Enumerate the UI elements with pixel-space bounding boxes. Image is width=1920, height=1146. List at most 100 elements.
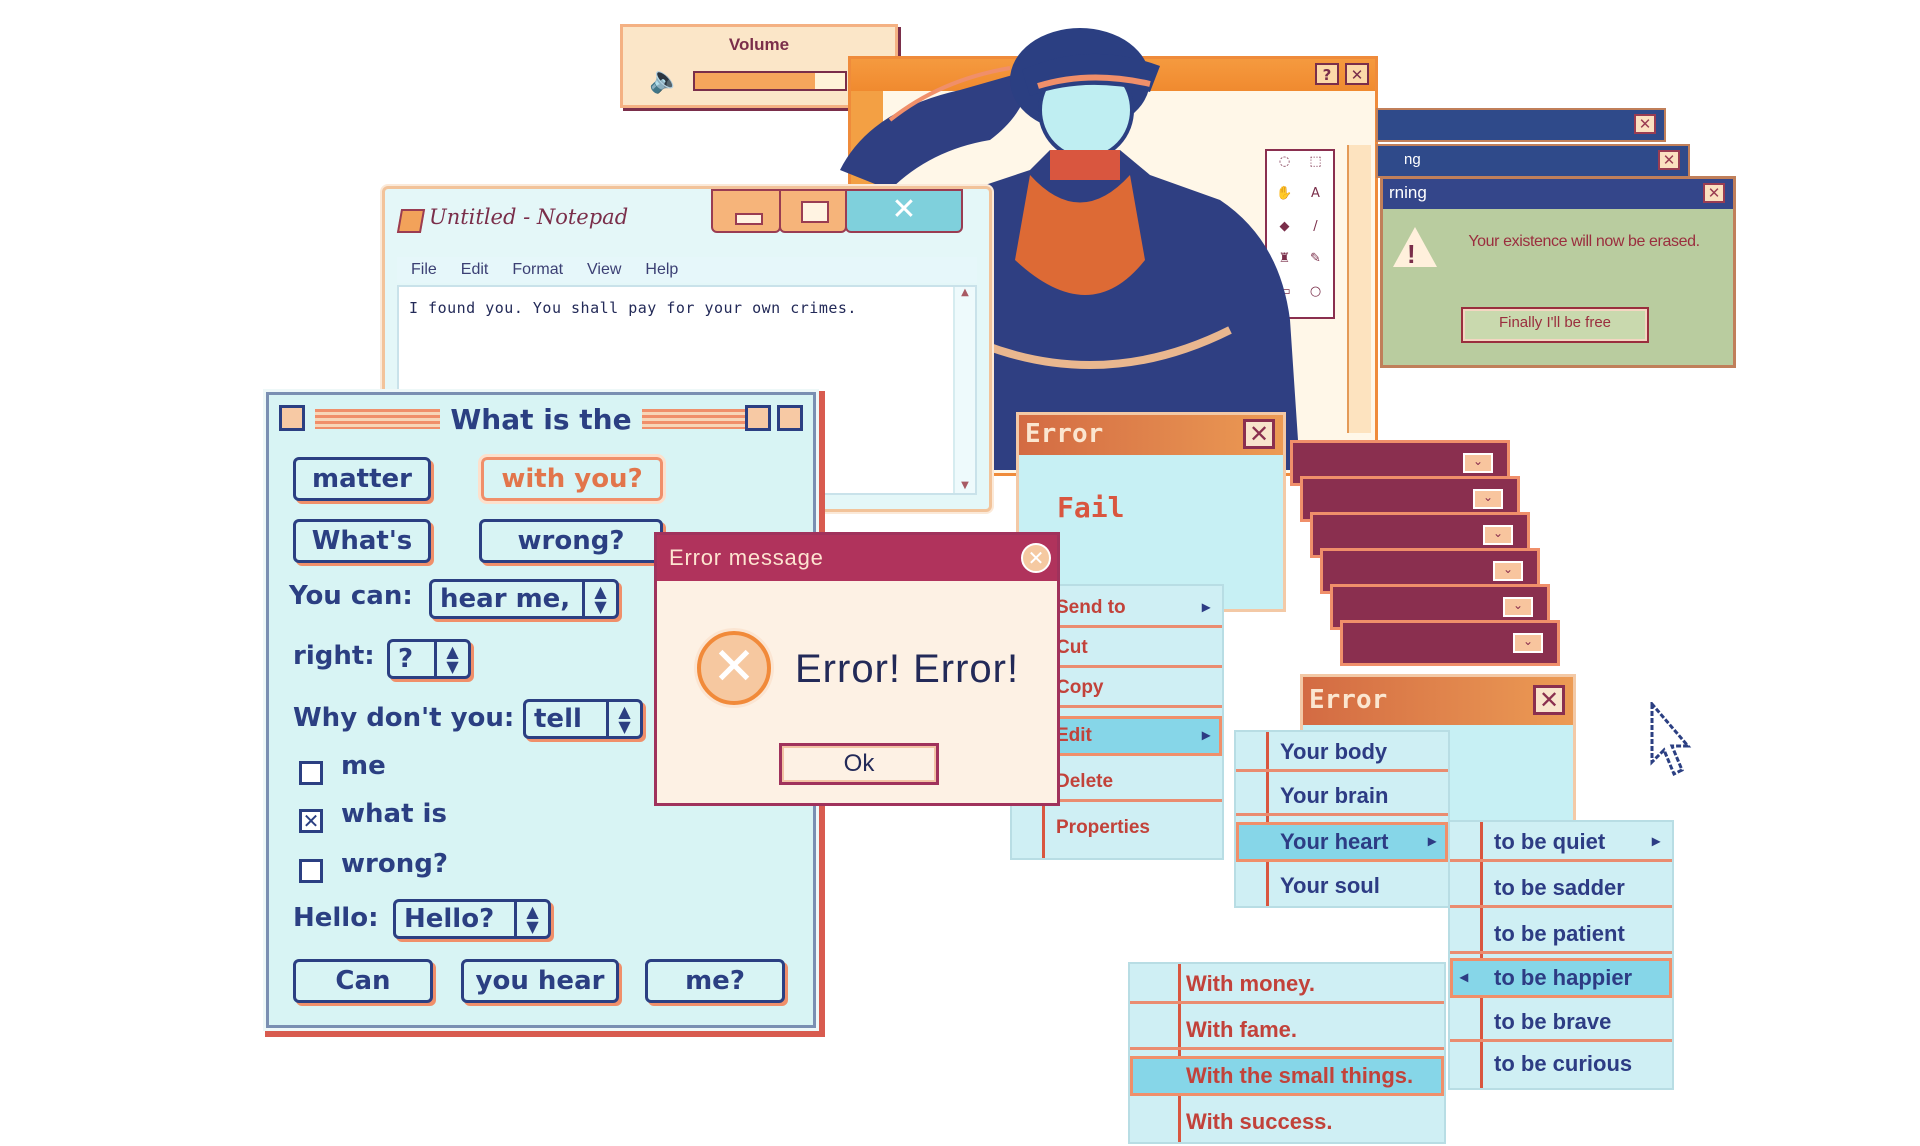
right-select[interactable]: ? ▲ ▼ — [387, 639, 471, 679]
notepad-menubar: File Edit Format View Help — [397, 257, 977, 283]
menu-item-label: With the small things. — [1186, 1063, 1414, 1088]
wrong-button[interactable]: wrong? — [479, 519, 663, 563]
chevron-left-icon: ◂ — [1460, 969, 1469, 986]
chevron-down-icon[interactable]: ⌄ — [1503, 597, 1533, 617]
close-icon[interactable]: ✕ — [1703, 183, 1725, 203]
menu-item-label: Cut — [1056, 637, 1088, 658]
collapse-box-icon[interactable] — [777, 405, 803, 431]
exclamation-icon: ! — [1407, 239, 1416, 269]
menu-help[interactable]: Help — [645, 257, 678, 283]
menu-item-label: to be curious — [1494, 1051, 1633, 1076]
menu-view[interactable]: View — [587, 257, 621, 283]
menu-item-your-soul[interactable]: Your soul — [1236, 866, 1448, 906]
hear-me-select[interactable]: hear me, ▲ ▼ — [429, 579, 619, 619]
menu-item-with-the-small-things[interactable]: With the small things. — [1130, 1056, 1444, 1096]
close-icon[interactable]: ✕ — [845, 189, 963, 233]
hello-label: Hello: — [293, 903, 379, 933]
chevron-down-icon[interactable]: ⌄ — [1473, 489, 1503, 509]
submenu-with: With money. With fame. With the small th… — [1128, 962, 1446, 1144]
notepad-title: Untitled - Notepad — [429, 205, 629, 229]
warning-window-back1: ✕ — [1376, 108, 1666, 142]
me-button[interactable]: me? — [645, 959, 785, 1003]
menu-item-your-heart[interactable]: Your heart ▸ — [1236, 822, 1448, 862]
whats-button[interactable]: What's — [293, 519, 431, 563]
speaker-icon[interactable]: 🔈 — [649, 65, 681, 95]
menu-item-to-be-quiet[interactable]: to be quiet ▸ — [1450, 822, 1672, 862]
warning-message: Your existence will now be erased. — [1468, 233, 1700, 250]
error-message-dialog: Error message ✕ ✕ Error! Error! Ok — [654, 532, 1060, 806]
menu-item-with-fame[interactable]: With fame. — [1130, 1010, 1444, 1050]
warning-titlebar: rning ✕ — [1383, 179, 1733, 209]
menu-item-your-brain[interactable]: Your brain — [1236, 776, 1448, 816]
maximize-button[interactable] — [779, 189, 847, 233]
close-icon[interactable]: ✕ — [1634, 114, 1656, 134]
scroll-down-icon[interactable]: ▼ — [955, 480, 975, 491]
menu-item-label: to be quiet — [1494, 829, 1606, 854]
error-x-icon: ✕ — [697, 631, 771, 705]
with-you-button[interactable]: with you? — [478, 454, 666, 504]
menu-item-with-success[interactable]: With success. — [1130, 1102, 1444, 1142]
tell-value: tell — [534, 704, 582, 734]
scroll-up-icon[interactable]: ▲ — [955, 287, 975, 298]
can-button[interactable]: Can — [293, 959, 433, 1003]
error-cascade-window: ⌄ — [1340, 620, 1560, 666]
chevron-right-icon: ▸ — [1201, 599, 1210, 616]
menu-item-label: Your brain — [1280, 783, 1389, 808]
menu-item-to-be-sadder[interactable]: to be sadder — [1450, 868, 1672, 908]
updown-arrows-icon: ▲ ▼ — [582, 582, 616, 616]
close-icon[interactable]: ✕ — [1021, 543, 1051, 573]
menu-item-label: Copy — [1056, 677, 1104, 698]
menu-file[interactable]: File — [411, 257, 437, 283]
matter-button[interactable]: matter — [293, 457, 431, 501]
menu-item-label: With fame. — [1186, 1017, 1298, 1042]
menu-item-with-money[interactable]: With money. — [1130, 964, 1444, 1004]
chevron-down-icon[interactable]: ⌄ — [1493, 561, 1523, 581]
warning-tab-title: ng — [1404, 151, 1421, 168]
finally-free-button[interactable]: Finally I'll be free — [1461, 307, 1649, 343]
checkbox-what-is[interactable]: ✕ — [299, 809, 323, 833]
menu-item-to-be-brave[interactable]: to be brave — [1450, 1002, 1672, 1042]
right-value: ? — [398, 644, 414, 674]
menu-item-label: Delete — [1056, 771, 1114, 792]
you-hear-button[interactable]: you hear — [461, 959, 619, 1003]
close-icon[interactable]: ✕ — [1658, 150, 1680, 170]
menu-format[interactable]: Format — [512, 257, 563, 283]
updown-arrows-icon: ▲ ▼ — [434, 642, 468, 676]
checkbox-what-is-label: what is — [341, 799, 447, 829]
error-title: Error — [1025, 419, 1104, 449]
error-titlebar: Error ✕ — [1019, 415, 1283, 455]
warning-window: rning ✕ ! Your existence will now be era… — [1380, 176, 1736, 368]
error-titlebar: Error ✕ — [1303, 677, 1573, 725]
menu-item-label: to be sadder — [1494, 875, 1625, 900]
checkbox-me[interactable] — [299, 761, 323, 785]
zoom-box-icon[interactable] — [745, 405, 771, 431]
chevron-right-icon: ▸ — [1651, 833, 1660, 850]
ok-button[interactable]: Ok — [779, 743, 939, 785]
menu-item-your-body[interactable]: Your body — [1236, 732, 1448, 772]
what-title: What is the — [440, 403, 642, 436]
menu-item-to-be-happier[interactable]: ◂ to be happier — [1450, 958, 1672, 998]
hello-select[interactable]: Hello? ▲ ▼ — [393, 899, 551, 939]
checkbox-wrong[interactable] — [299, 859, 323, 883]
close-icon[interactable]: ✕ — [1533, 685, 1565, 715]
submenu-body: Your body Your brain Your heart ▸ Your so… — [1234, 730, 1450, 908]
menu-item-label: Your soul — [1280, 873, 1380, 898]
hear-me-value: hear me, — [440, 584, 571, 614]
notepad-text: I found you. You shall pay for your own … — [409, 299, 857, 317]
menu-item-to-be-patient[interactable]: to be patient — [1450, 914, 1672, 954]
chevron-right-icon: ▸ — [1427, 833, 1436, 850]
menu-item-label: to be patient — [1494, 921, 1625, 946]
chevron-down-icon[interactable]: ⌄ — [1513, 633, 1543, 653]
menu-item-label: With money. — [1186, 971, 1315, 996]
chevron-down-icon[interactable]: ⌄ — [1463, 453, 1493, 473]
menu-item-label: Your heart — [1280, 829, 1389, 854]
menu-edit[interactable]: Edit — [461, 257, 489, 283]
you-can-label: You can: — [289, 581, 413, 611]
tell-select[interactable]: tell ▲ ▼ — [523, 699, 643, 739]
minimize-button[interactable] — [711, 189, 781, 233]
chevron-down-icon[interactable]: ⌄ — [1483, 525, 1513, 545]
menu-item-to-be-curious[interactable]: to be curious — [1450, 1044, 1672, 1084]
close-icon[interactable]: ✕ — [1243, 419, 1275, 449]
notepad-scrollbar[interactable]: ▲ ▼ — [953, 287, 975, 493]
menu-item-properties[interactable]: Properties — [1012, 808, 1222, 848]
